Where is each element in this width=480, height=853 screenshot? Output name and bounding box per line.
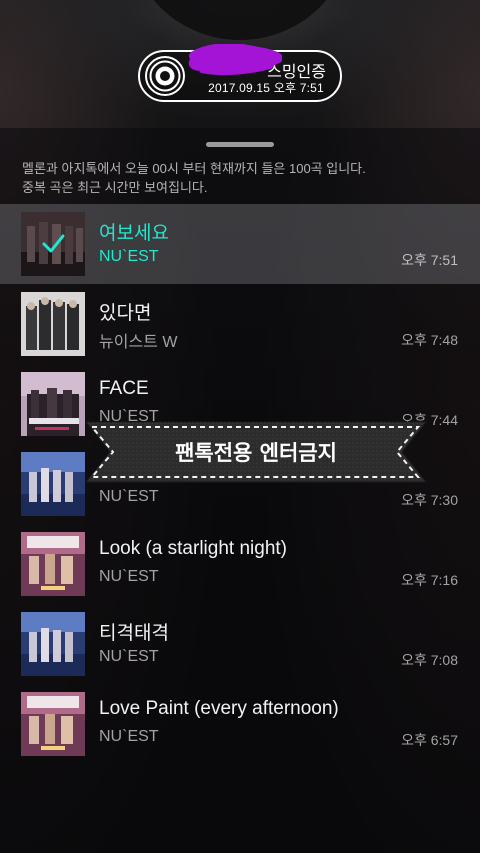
album-art: [21, 532, 85, 596]
song-title: Look (a starlight night): [99, 538, 287, 559]
song-artist: NU`EST: [99, 488, 159, 505]
song-row[interactable]: Look (a starlight night) NU`EST 오후 7:16: [0, 524, 480, 604]
sheet-drag-handle[interactable]: [206, 142, 274, 147]
song-artist: 뉴이스트 W: [99, 334, 178, 351]
song-artist: NU`EST: [99, 648, 159, 665]
album-art: [21, 612, 85, 676]
song-time: 오후 7:08: [401, 652, 458, 668]
song-title: 여보세요: [99, 223, 169, 244]
info-line-1: 멜론과 아지톡에서 오늘 00시 부터 현재까지 들은 100곡 입니다.: [22, 161, 366, 176]
vinyl-disc-icon: [145, 56, 185, 96]
song-row[interactable]: 있다면 뉴이스트 W 오후 7:48: [0, 284, 480, 364]
song-artist: NU`EST: [99, 248, 159, 265]
song-time: 오후 7:48: [401, 332, 458, 348]
song-row[interactable]: 티격태격 NU`EST 오후 7:08: [0, 604, 480, 684]
song-artist: NU`EST: [99, 568, 159, 585]
album-art: [21, 452, 85, 516]
song-title: Love Paint (every afternoon): [99, 698, 339, 719]
song-time: 오후 7:16: [401, 572, 458, 588]
song-artist: NU`EST: [99, 728, 159, 745]
album-art: [21, 212, 85, 276]
song-row[interactable]: 여보세요 NU`EST 오후 7:51: [0, 204, 480, 284]
album-art: [21, 692, 85, 756]
song-title: FACE: [99, 378, 149, 399]
cert-date: 2017.09.15 오후 7:51: [208, 81, 324, 95]
song-time: 오후 7:51: [401, 252, 458, 268]
album-art: [21, 292, 85, 356]
banner-text: 팬톡전용 엔터금지: [175, 441, 337, 465]
song-time: 오후 6:57: [401, 732, 458, 748]
history-info: 멜론과 아지톡에서 오늘 00시 부터 현재까지 들은 100곡 입니다. 중복…: [22, 159, 472, 197]
streaming-cert-badge[interactable]: 스밍인증 2017.09.15 오후 7:51: [138, 44, 342, 102]
check-icon: [42, 234, 65, 253]
song-time: 오후 7:30: [401, 492, 458, 508]
song-title: 있다면: [99, 303, 152, 324]
album-art: [21, 372, 85, 436]
redaction-scribble: [188, 44, 282, 76]
info-line-2: 중복 곡은 최근 시간만 보여집니다.: [22, 180, 208, 195]
song-title: 티격태격: [99, 623, 169, 644]
song-row[interactable]: Love Paint (every afternoon) NU`EST 오후 6…: [0, 684, 480, 764]
